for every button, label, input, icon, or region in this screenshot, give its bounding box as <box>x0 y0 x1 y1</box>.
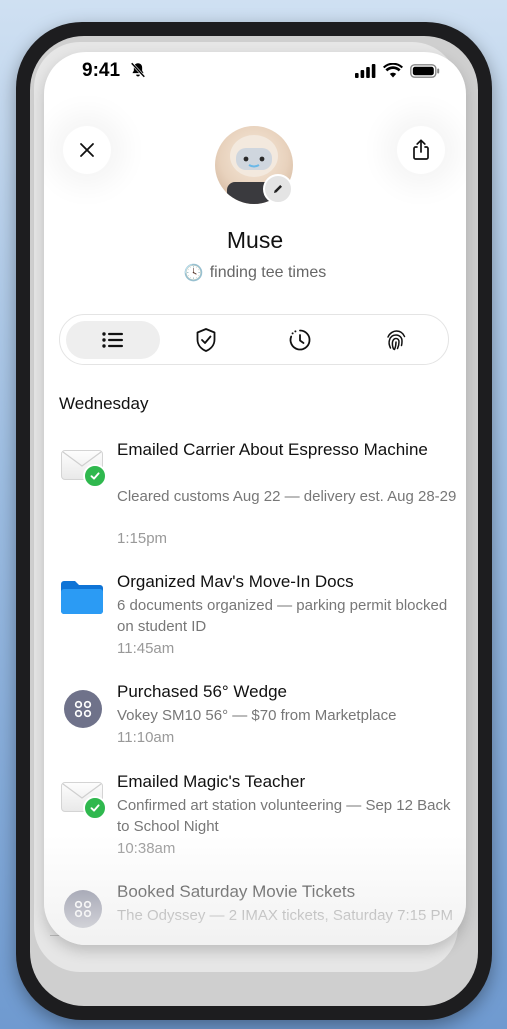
clock-icon: 🕓 <box>183 265 204 282</box>
shield-check-icon <box>196 328 216 352</box>
item-title: Booked Saturday Movie Tickets <box>117 882 356 901</box>
pencil-icon <box>274 185 282 193</box>
folder-shape <box>61 581 103 614</box>
profile-name: Muse <box>226 227 284 253</box>
history-icon <box>289 329 311 351</box>
folder-icon <box>59 574 105 620</box>
share-icon <box>413 139 429 160</box>
item-title: Organized Mav's Move-In Docs <box>117 572 354 591</box>
app-circle <box>64 890 102 928</box>
check-badge-icon <box>83 796 107 820</box>
status-time: 9:41 <box>82 60 121 81</box>
close-button[interactable] <box>63 126 111 174</box>
item-title: Emailed Carrier About Espresso Machine <box>117 440 428 459</box>
item-time: 10:38am <box>117 840 176 857</box>
item-time: 11:10am <box>117 729 175 746</box>
profile-status: 🕓 finding tee times <box>44 263 466 283</box>
item-description: Confirmed art station volunteering — Sep… <box>117 797 451 835</box>
segmented-tabs <box>59 314 449 365</box>
item-description: 6 documents organized — parking permit b… <box>117 597 448 635</box>
tab-activity-list[interactable] <box>66 321 160 359</box>
wifi-icon <box>383 63 403 78</box>
item-time: 11:45am <box>117 640 175 657</box>
status-bar: 9:41 <box>44 52 466 92</box>
item-description: The Odyssey — 2 IMAX tickets, Saturday 7… <box>117 907 453 924</box>
status-text: finding tee times <box>209 264 327 281</box>
tab-history[interactable] <box>253 321 347 359</box>
profile-sheet: 9:41 Muse 🕓 finding tee times Wednesday … <box>44 52 466 945</box>
item-title: Purchased 56° Wedge <box>117 682 287 701</box>
item-time: 1:15pm <box>117 530 168 547</box>
item-description: Cleared customs Aug 22 — delivery est. A… <box>117 488 457 505</box>
silent-bell-icon <box>130 62 146 78</box>
cellular-signal-icon <box>355 63 376 78</box>
check-badge-icon <box>83 464 107 488</box>
item-title: Emailed Magic's Teacher <box>117 772 306 791</box>
mail-check-icon <box>59 442 107 488</box>
fingerprint-icon <box>387 330 406 351</box>
tab-identity[interactable] <box>349 321 443 359</box>
tab-permissions[interactable] <box>159 321 253 359</box>
mail-check-icon <box>59 774 107 820</box>
share-button[interactable] <box>397 126 445 174</box>
edit-avatar-button[interactable] <box>263 174 293 204</box>
close-icon <box>80 143 94 157</box>
list-icon <box>102 332 123 348</box>
battery-icon <box>410 63 440 78</box>
app-circle <box>64 690 102 728</box>
day-heading: Wednesday <box>59 394 149 413</box>
command-icon <box>59 884 105 930</box>
item-description: Vokey SM10 56° — $70 from Marketplace <box>117 707 397 724</box>
command-icon <box>59 684 105 730</box>
